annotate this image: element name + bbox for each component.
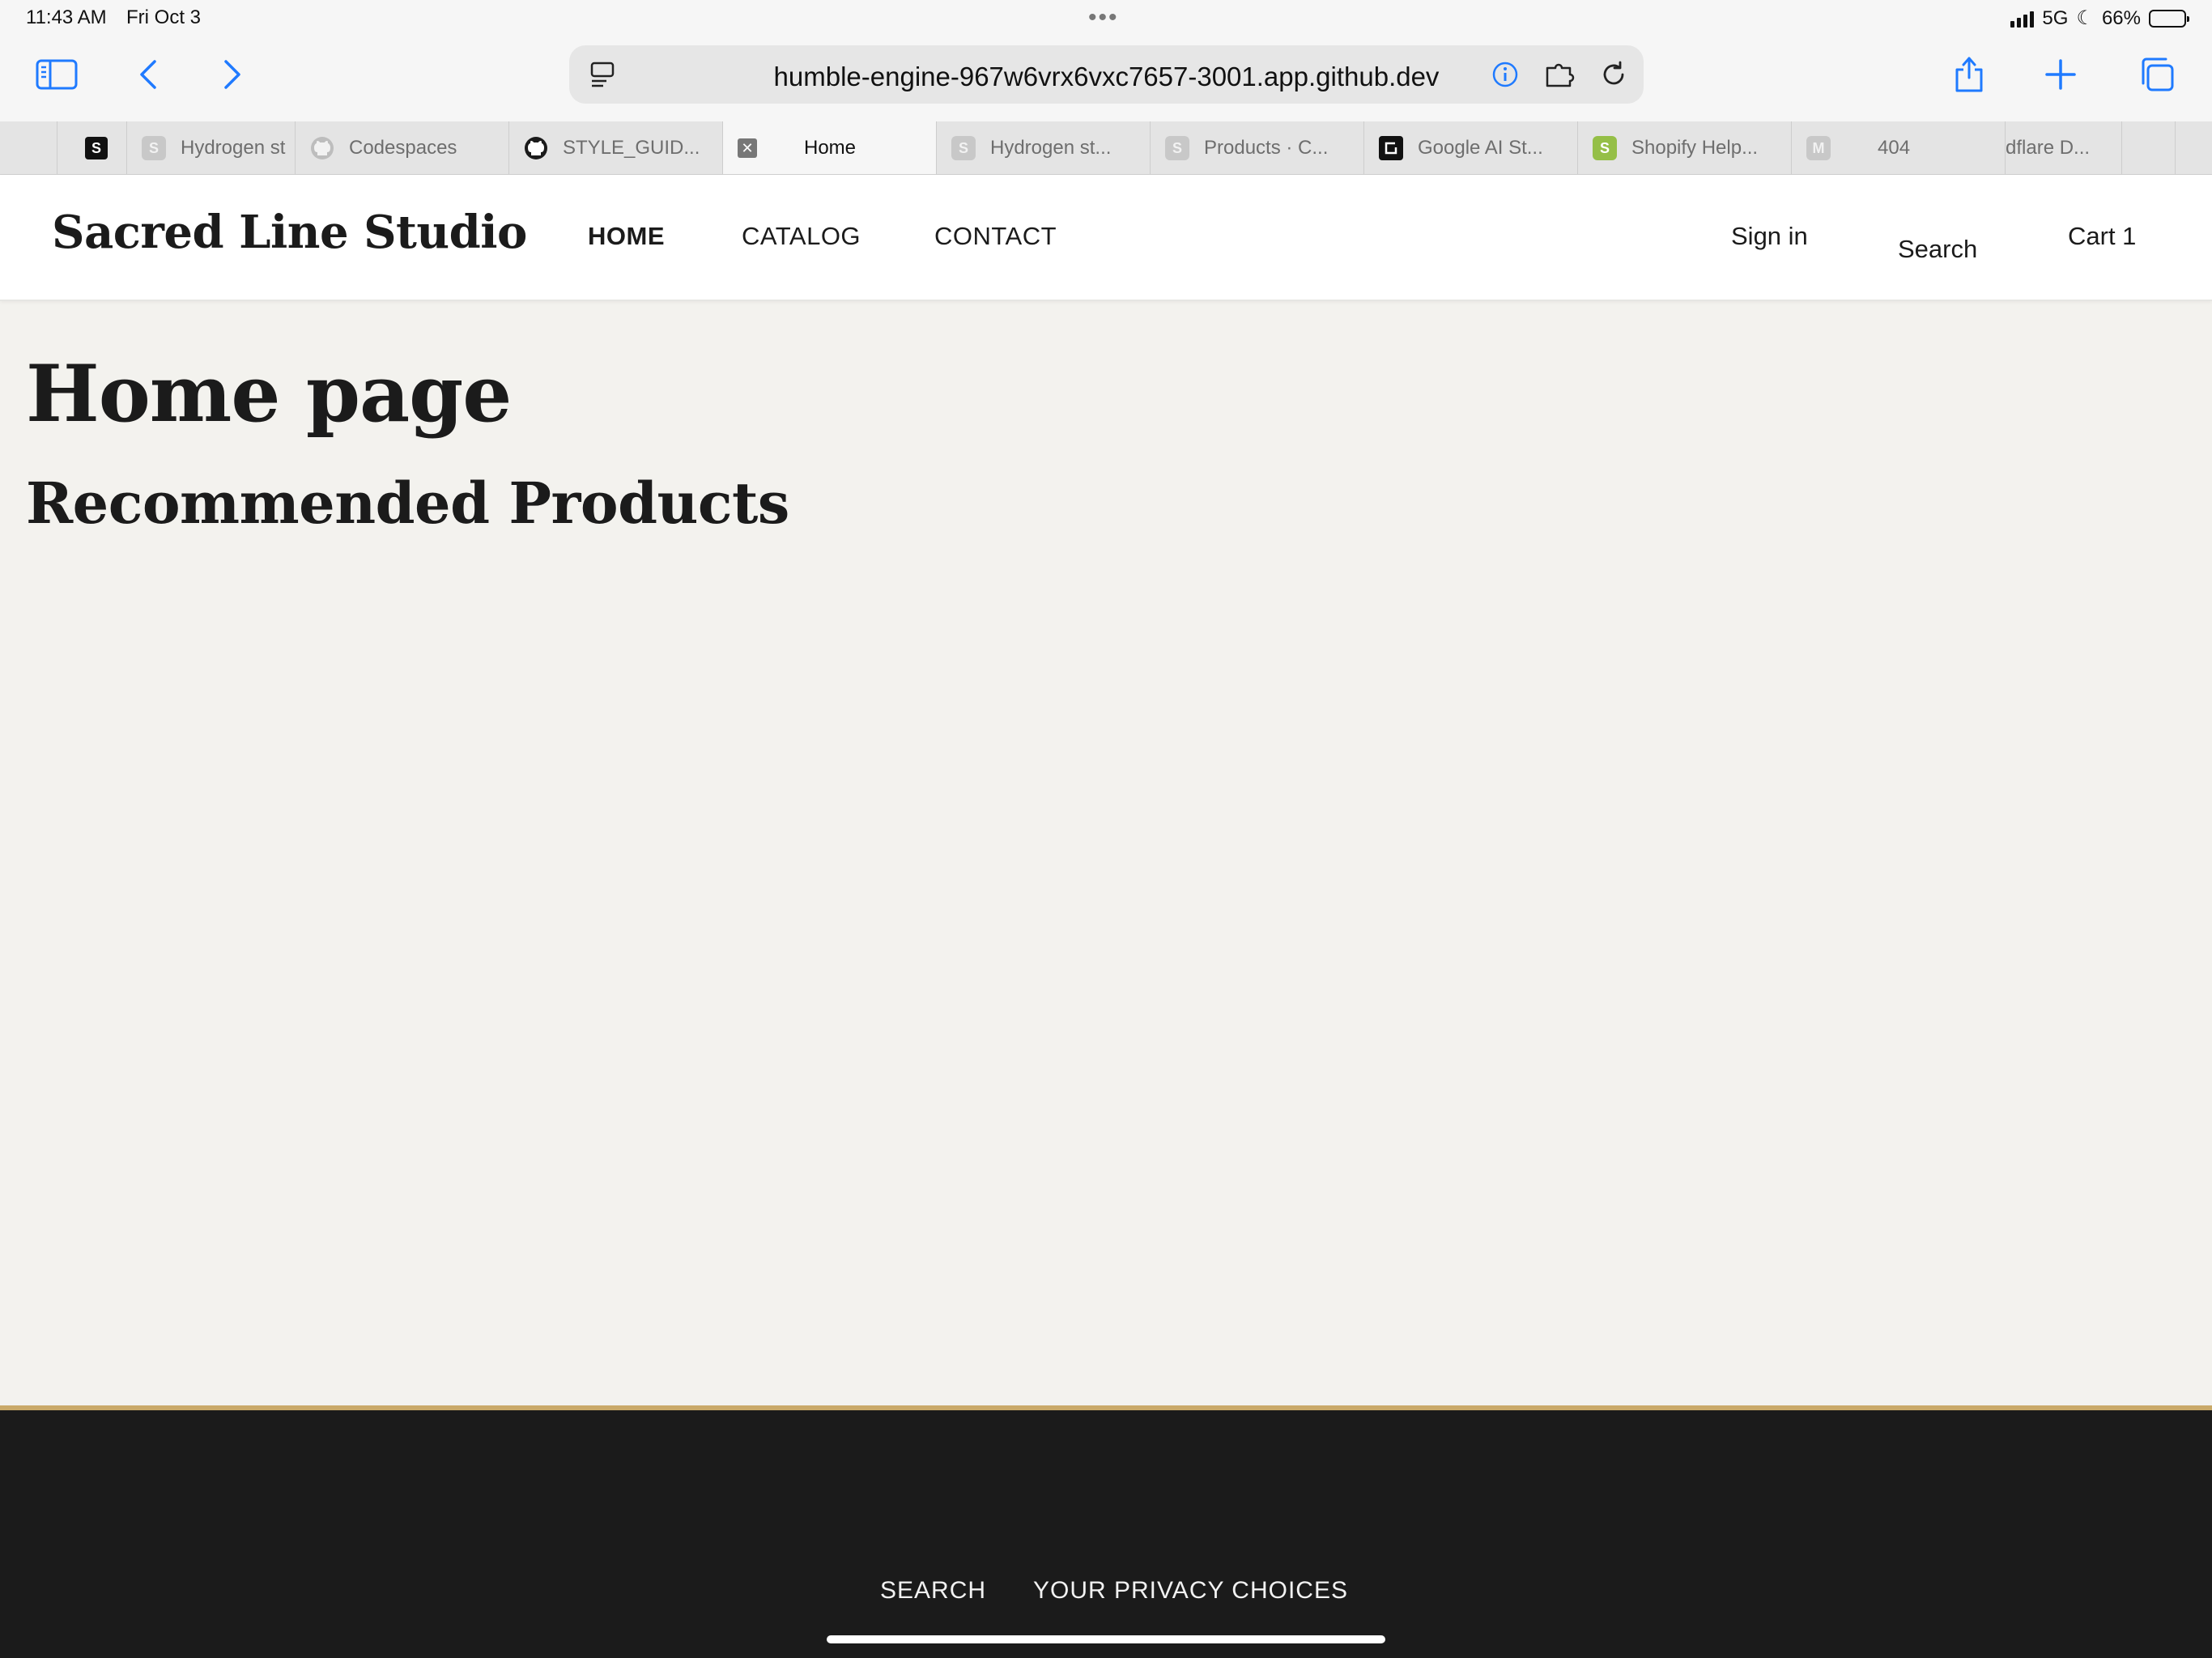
back-icon[interactable] xyxy=(134,40,162,108)
tab-google-ai-studio[interactable]: Google AI St... xyxy=(1363,121,1577,174)
tab-label: dflare D... xyxy=(2006,137,2091,159)
multitasking-dots-icon[interactable]: ••• xyxy=(1088,6,1119,30)
tab-home-active[interactable]: ✕ Home xyxy=(722,121,936,174)
tab-label: Google AI St... xyxy=(1418,137,1543,159)
tab-pinned[interactable] xyxy=(16,121,57,174)
url-text[interactable]: humble-engine-967w6vrx6vxc7657-3001.app.… xyxy=(569,62,1644,92)
status-date: Fri Oct 3 xyxy=(126,6,202,28)
sign-in-link[interactable]: Sign in xyxy=(1731,222,1808,251)
shopify-bag-icon: S xyxy=(85,137,108,159)
address-bar[interactable]: humble-engine-967w6vrx6vxc7657-3001.app.… xyxy=(569,45,1644,104)
home-indicator xyxy=(827,1635,1385,1643)
reload-icon[interactable] xyxy=(1599,60,1628,89)
footer-privacy-link[interactable]: YOUR PRIVACY CHOICES xyxy=(1033,1577,1348,1605)
s-letter-icon: S xyxy=(142,136,166,160)
tab-strip: S S Hydrogen st Codespaces STYLE_GUID...… xyxy=(0,121,2212,175)
moon-icon: ☾ xyxy=(2076,7,2094,29)
status-indicators: 5G ☾ 66% xyxy=(2010,6,2189,30)
battery-icon xyxy=(2149,9,2189,28)
recommended-products-heading: Recommended Products xyxy=(26,470,789,537)
status-bar: 11:43 AM Fri Oct 3 ••• 5G ☾ 66% xyxy=(0,0,2212,40)
new-tab-icon[interactable] xyxy=(2044,40,2078,108)
github-icon xyxy=(310,136,334,160)
battery-label: 66% xyxy=(2101,6,2141,29)
status-time: 11:43 AM xyxy=(26,6,107,28)
tab-products[interactable]: S Products · C... xyxy=(1150,121,1363,174)
info-icon[interactable] xyxy=(1491,60,1520,89)
forward-icon[interactable] xyxy=(219,40,246,108)
browser-toolbar: humble-engine-967w6vrx6vxc7657-3001.app.… xyxy=(0,40,2212,121)
tab-label: Home xyxy=(804,137,857,159)
page-title: Home page xyxy=(26,348,512,440)
tab-style-guide[interactable]: STYLE_GUID... xyxy=(508,121,722,174)
tab-overview-icon[interactable] xyxy=(2138,40,2176,108)
nav-contact[interactable]: CONTACT xyxy=(934,222,1057,251)
extensions-icon[interactable] xyxy=(1544,60,1576,89)
cellular-signal-icon xyxy=(2010,10,2035,28)
s-letter-icon: S xyxy=(951,136,976,160)
s-letter-icon: S xyxy=(1165,136,1189,160)
tab-label: Codespaces xyxy=(349,137,457,159)
tab-shopify-help[interactable]: S Shopify Help... xyxy=(1577,121,1791,174)
site-footer: SEARCH YOUR PRIVACY CHOICES xyxy=(0,1405,2212,1658)
tab-404[interactable]: M 404 xyxy=(1791,121,2005,174)
tab-label: STYLE_GUID... xyxy=(563,137,700,159)
tab-codespaces[interactable]: Codespaces xyxy=(295,121,508,174)
network-label: 5G xyxy=(2042,6,2069,29)
site-logo[interactable]: Sacred Line Studio xyxy=(52,206,527,259)
github-icon xyxy=(524,136,548,160)
cart-link[interactable]: Cart 1 xyxy=(2068,222,2136,251)
search-link[interactable]: Search xyxy=(1898,235,1977,264)
google-ai-studio-icon xyxy=(1379,136,1403,160)
close-icon[interactable]: ✕ xyxy=(738,138,757,158)
site-header: Sacred Line Studio HOME CATALOG CONTACT … xyxy=(0,175,2212,301)
nav-home[interactable]: HOME xyxy=(588,222,665,251)
tab-label: Products · C... xyxy=(1204,137,1329,159)
footer-search-link[interactable]: SEARCH xyxy=(880,1577,986,1605)
tab-label: Hydrogen st xyxy=(181,137,286,159)
tab-cloudflare[interactable]: dflare D... xyxy=(2005,121,2121,174)
m-letter-icon: M xyxy=(1806,136,1831,160)
tab-overflow-end[interactable] xyxy=(2175,121,2212,174)
tab-overflow[interactable] xyxy=(2121,121,2175,174)
tab-label: Hydrogen st... xyxy=(990,137,1112,159)
shopify-bag-icon: S xyxy=(1593,136,1617,160)
share-icon[interactable] xyxy=(1951,40,1987,108)
tab-shopify-pinned[interactable]: S xyxy=(57,121,126,174)
nav-catalog[interactable]: CATALOG xyxy=(742,222,861,251)
tab-label: 404 xyxy=(1878,137,1911,159)
tab-label: Shopify Help... xyxy=(1631,137,1759,159)
tab-hydrogen-2[interactable]: S Hydrogen st... xyxy=(936,121,1150,174)
sidebar-toggle-icon[interactable] xyxy=(34,40,79,108)
tab-hydrogen-1[interactable]: S Hydrogen st xyxy=(126,121,295,174)
